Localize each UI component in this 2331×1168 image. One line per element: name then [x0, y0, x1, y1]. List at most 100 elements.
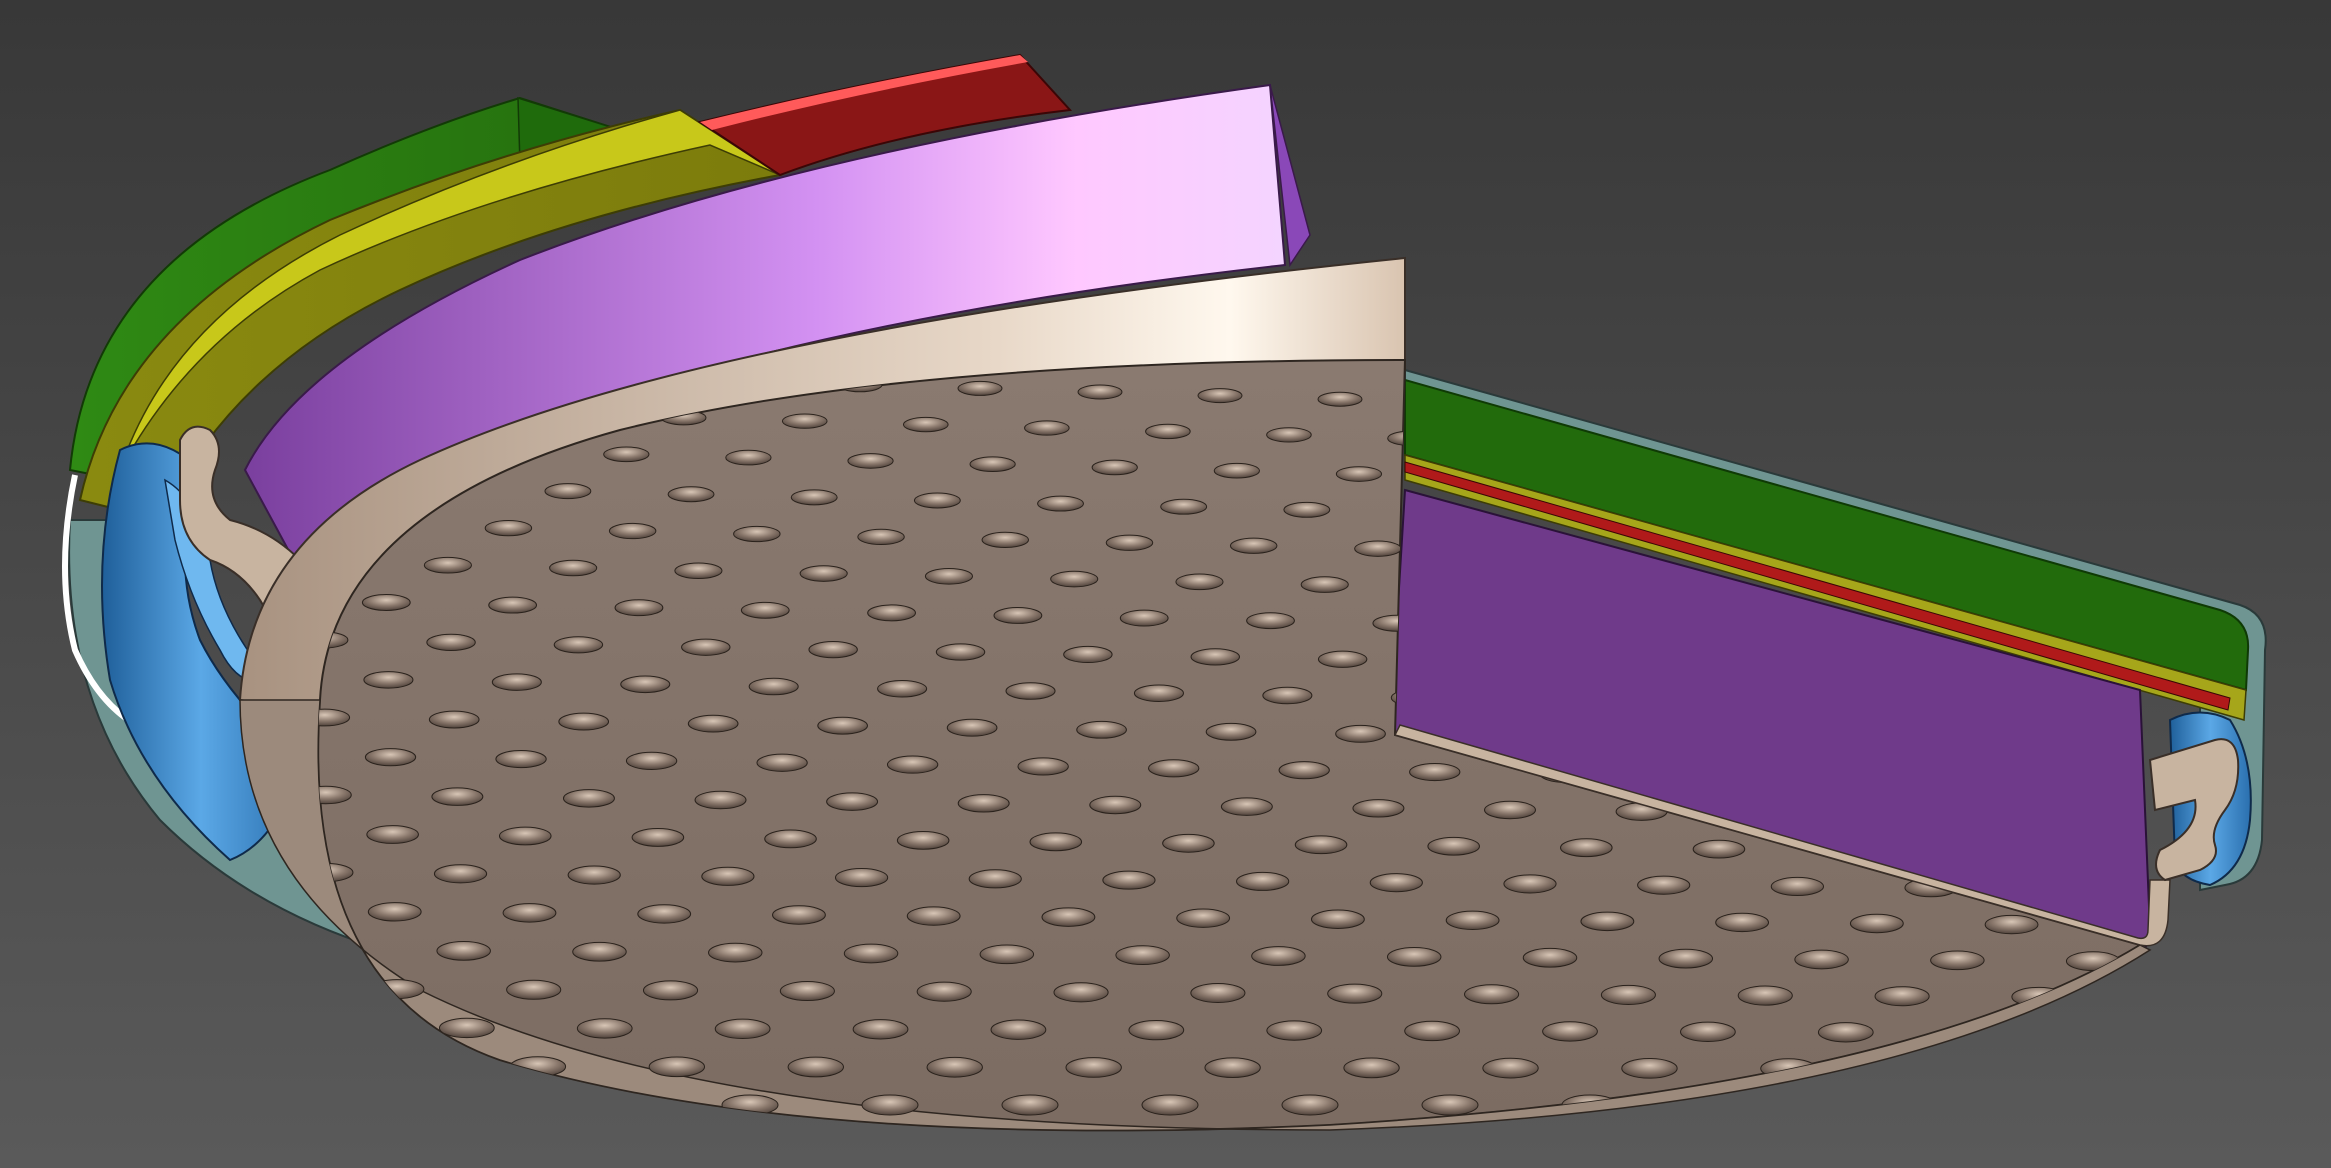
plate-dimple	[1737, 985, 1793, 1006]
plate-dimple	[1770, 876, 1824, 897]
plate-dimple	[608, 522, 657, 540]
plate-dimple	[957, 794, 1010, 813]
plate-dimple	[1041, 907, 1096, 927]
plate-dimple	[916, 981, 972, 1002]
plate-dimple	[674, 562, 723, 580]
plate-dimple	[576, 1018, 633, 1039]
plate-dimple	[1600, 984, 1656, 1005]
plate-dimple	[614, 599, 664, 617]
plate-dimple	[426, 633, 476, 651]
plate-dimple	[1445, 910, 1500, 931]
plate-dimple	[1190, 982, 1246, 1004]
plate-dimple	[549, 559, 598, 577]
plate-dimple	[764, 829, 817, 849]
plate-dimple	[1278, 761, 1330, 780]
plate-dimple	[1464, 984, 1520, 1005]
plate-dimple	[567, 865, 621, 885]
plate-dimple	[1317, 650, 1368, 668]
plate-dimple	[687, 714, 739, 733]
plate-dimple	[787, 1056, 844, 1078]
plate-dimple	[1715, 912, 1770, 933]
plate-dimple	[1017, 757, 1069, 776]
plate-dimple	[1050, 570, 1099, 588]
plate-dimple	[553, 636, 604, 654]
plate-dimple	[431, 787, 484, 806]
plate-dimple	[1160, 498, 1208, 515]
plate-dimple	[1091, 459, 1138, 476]
plate-dimple	[1190, 648, 1240, 666]
plate-dimple	[1484, 800, 1536, 820]
plate-dimple	[648, 1056, 706, 1078]
plate-dimple	[1148, 759, 1200, 778]
plate-dimple	[572, 941, 627, 962]
plate-dimple	[484, 519, 533, 537]
plate-dimple	[1680, 1021, 1736, 1043]
plate-dimple	[1065, 1057, 1122, 1078]
plate-dimple	[366, 825, 419, 844]
plate-dimple	[438, 1017, 495, 1039]
plate-dimple	[502, 903, 557, 923]
plate-dimple	[733, 525, 781, 543]
plate-dimple	[957, 380, 1003, 396]
plate-dimple	[946, 718, 998, 737]
plate-dimple	[498, 826, 552, 846]
plate-dimple	[1560, 838, 1613, 858]
plate-dimple	[1176, 908, 1231, 928]
plate-dimple	[631, 828, 685, 847]
plate-dimple	[1162, 833, 1215, 853]
plate-dimple	[625, 751, 678, 770]
plate-dimple	[1281, 1094, 1339, 1116]
plate-dimple	[969, 456, 1016, 472]
plate-dimple	[1204, 1057, 1261, 1079]
plate-dimple	[694, 790, 747, 810]
plate-dimple	[867, 604, 916, 622]
plate-dimple	[620, 675, 671, 694]
plate-dimple	[1327, 983, 1383, 1004]
plate-dimple	[364, 748, 417, 767]
plate-dimple	[1251, 946, 1306, 966]
plate-dimple	[740, 601, 790, 619]
plate-dimple	[896, 830, 950, 850]
plate-dimple	[935, 643, 986, 661]
plate-dimple	[433, 864, 488, 884]
plate-dimple	[701, 866, 755, 886]
plate-dimple	[1105, 534, 1154, 551]
plate-dimple	[1145, 423, 1191, 440]
plate-dimple	[708, 942, 763, 963]
plate-dimple	[725, 449, 772, 466]
plate-dimple	[1005, 682, 1056, 700]
plate-dimple	[790, 489, 838, 506]
plate-dimple	[1421, 1094, 1479, 1116]
plate-dimple	[1930, 950, 1985, 971]
plate-dimple	[817, 716, 868, 735]
plate-dimple	[603, 446, 650, 463]
plate-dimple	[1692, 839, 1746, 859]
plate-dimple	[1874, 986, 1930, 1007]
plate-dimple	[714, 1018, 771, 1040]
plate-dimple	[924, 568, 974, 585]
plate-dimple	[558, 712, 610, 731]
plate-dimple	[562, 789, 615, 808]
plate-dimple	[843, 943, 899, 964]
plate-dimple	[1283, 501, 1331, 518]
plate-dimple	[1849, 913, 1904, 934]
plate-dimple	[1220, 797, 1273, 816]
plate-dimple	[1503, 874, 1557, 894]
plate-dimple	[491, 673, 542, 691]
plate-dimple	[1037, 495, 1084, 512]
plate-dimple	[1352, 799, 1405, 818]
plate-dimple	[1294, 835, 1348, 855]
section-model[interactable]	[0, 0, 2331, 1168]
cad-viewport[interactable]	[0, 0, 2331, 1168]
plate-dimple	[667, 486, 715, 503]
plate-dimple	[1354, 540, 1402, 557]
plate-dimple	[1300, 576, 1349, 593]
plate-dimple	[1128, 1019, 1185, 1041]
plate-dimple	[1343, 1057, 1400, 1079]
plate-dimple	[877, 680, 928, 698]
plate-dimple	[913, 492, 961, 509]
plate-dimple	[1310, 909, 1365, 929]
plate-dimple	[1001, 1094, 1059, 1116]
plate-dimple	[926, 1056, 983, 1078]
plate-dimple	[1024, 420, 1070, 436]
